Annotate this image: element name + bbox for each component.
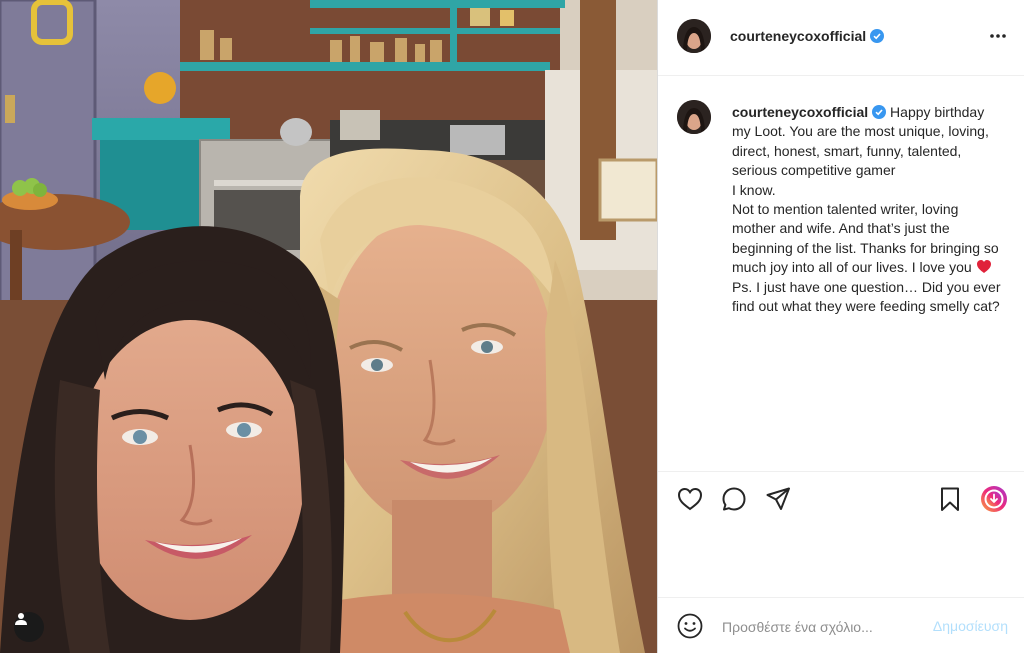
header-username[interactable]: courteneycoxofficial — [730, 28, 885, 44]
avatar-image — [677, 100, 711, 134]
share-icon[interactable] — [764, 485, 792, 513]
bookmark-icon[interactable] — [936, 485, 964, 513]
comment-icon[interactable] — [720, 485, 748, 513]
caption-avatar[interactable] — [677, 100, 711, 134]
avatar-image — [677, 19, 711, 53]
tagged-users-button[interactable] — [14, 612, 44, 642]
photo-illustration — [0, 0, 657, 653]
verified-badge-icon — [870, 29, 885, 43]
comment-input[interactable] — [720, 614, 914, 640]
emoji-icon[interactable] — [676, 612, 704, 640]
avatar[interactable] — [677, 19, 711, 53]
instagram-icon[interactable] — [980, 485, 1008, 513]
caption-line-3: Not to mention talented writer, loving m… — [732, 201, 999, 276]
post-actions — [658, 471, 1024, 527]
verified-badge-icon — [872, 105, 887, 119]
post-photo[interactable] — [0, 0, 657, 653]
more-horizontal-icon[interactable] — [988, 26, 1008, 46]
user-icon — [15, 613, 27, 625]
caption-line-2: I know. — [732, 181, 776, 198]
post-comment-button[interactable]: Δημοσίευση — [933, 618, 1008, 634]
caption-line-4: Ps. I just have one question… Did you ev… — [732, 278, 1001, 315]
red-heart-icon — [976, 260, 991, 274]
caption-username[interactable]: courteneycoxofficial — [732, 104, 868, 120]
post-header: courteneycoxofficial — [658, 0, 1024, 76]
caption-line-3-wrap: Not to mention talented writer, loving m… — [732, 200, 1002, 278]
heart-icon[interactable] — [676, 485, 704, 513]
post-side-panel: courteneycoxofficial courteneycoxofficia… — [657, 0, 1024, 653]
comment-bar: Δημοσίευση — [658, 597, 1024, 653]
caption-text: courteneycoxofficial Happy birthday my L… — [732, 103, 1002, 316]
username-text[interactable]: courteneycoxofficial — [730, 28, 866, 44]
